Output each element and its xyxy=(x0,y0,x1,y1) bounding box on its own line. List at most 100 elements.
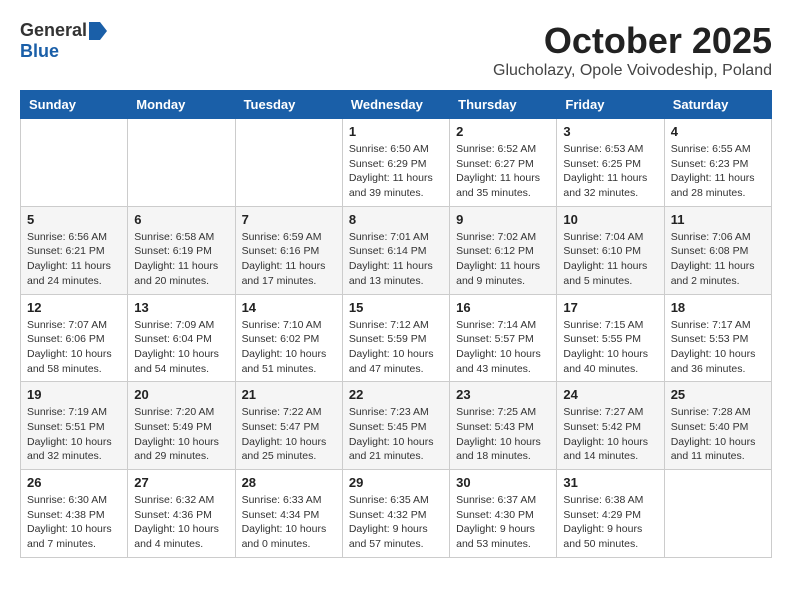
day-number: 3 xyxy=(563,124,657,139)
day-number: 13 xyxy=(134,300,228,315)
calendar-cell: 12 Sunrise: 7:07 AM Sunset: 6:06 PM Dayli… xyxy=(21,294,128,382)
calendar-cell: 29 Sunrise: 6:35 AM Sunset: 4:32 PM Dayli… xyxy=(342,470,449,558)
day-info: Sunrise: 6:59 AM Sunset: 6:16 PM Dayligh… xyxy=(242,230,336,289)
calendar-week-4: 19 Sunrise: 7:19 AM Sunset: 5:51 PM Dayli… xyxy=(21,382,772,470)
day-number: 5 xyxy=(27,212,121,227)
title-block: October 2025 Glucholazy, Opole Voivodesh… xyxy=(493,20,772,80)
calendar-cell: 22 Sunrise: 7:23 AM Sunset: 5:45 PM Dayli… xyxy=(342,382,449,470)
calendar-header-friday: Friday xyxy=(557,91,664,119)
calendar-cell: 18 Sunrise: 7:17 AM Sunset: 5:53 PM Dayli… xyxy=(664,294,771,382)
day-number: 27 xyxy=(134,475,228,490)
day-info: Sunrise: 7:23 AM Sunset: 5:45 PM Dayligh… xyxy=(349,405,443,464)
day-info: Sunrise: 6:53 AM Sunset: 6:25 PM Dayligh… xyxy=(563,142,657,201)
day-info: Sunrise: 7:12 AM Sunset: 5:59 PM Dayligh… xyxy=(349,318,443,377)
day-info: Sunrise: 6:35 AM Sunset: 4:32 PM Dayligh… xyxy=(349,493,443,552)
logo-icon xyxy=(89,22,107,40)
calendar-cell xyxy=(128,119,235,207)
day-info: Sunrise: 6:32 AM Sunset: 4:36 PM Dayligh… xyxy=(134,493,228,552)
calendar-cell: 30Sunrise: 6:37 AM Sunset: 4:30 PM Dayli… xyxy=(450,470,557,558)
calendar-cell: 5 Sunrise: 6:56 AM Sunset: 6:21 PM Daylig… xyxy=(21,206,128,294)
day-info: Sunrise: 7:04 AM Sunset: 6:10 PM Dayligh… xyxy=(563,230,657,289)
day-number: 1 xyxy=(349,124,443,139)
calendar-cell xyxy=(235,119,342,207)
calendar-cell: 27 Sunrise: 6:32 AM Sunset: 4:36 PM Dayli… xyxy=(128,470,235,558)
logo: General Blue xyxy=(20,20,107,62)
calendar-cell: 13 Sunrise: 7:09 AM Sunset: 6:04 PM Dayli… xyxy=(128,294,235,382)
day-info: Sunrise: 7:25 AM Sunset: 5:43 PM Dayligh… xyxy=(456,405,550,464)
day-number: 21 xyxy=(242,387,336,402)
day-number: 26 xyxy=(27,475,121,490)
calendar-week-3: 12 Sunrise: 7:07 AM Sunset: 6:06 PM Dayli… xyxy=(21,294,772,382)
calendar-week-2: 5 Sunrise: 6:56 AM Sunset: 6:21 PM Daylig… xyxy=(21,206,772,294)
calendar-cell: 1 Sunrise: 6:50 AM Sunset: 6:29 PM Daylig… xyxy=(342,119,449,207)
day-number: 18 xyxy=(671,300,765,315)
calendar: SundayMondayTuesdayWednesdayThursdayFrid… xyxy=(20,90,772,558)
calendar-cell: 10 Sunrise: 7:04 AM Sunset: 6:10 PM Dayli… xyxy=(557,206,664,294)
day-number: 31 xyxy=(563,475,657,490)
calendar-cell: 9 Sunrise: 7:02 AM Sunset: 6:12 PM Daylig… xyxy=(450,206,557,294)
calendar-header-wednesday: Wednesday xyxy=(342,91,449,119)
day-info: Sunrise: 7:15 AM Sunset: 5:55 PM Dayligh… xyxy=(563,318,657,377)
day-number: 6 xyxy=(134,212,228,227)
day-info: Sunrise: 7:02 AM Sunset: 6:12 PM Dayligh… xyxy=(456,230,550,289)
day-info: Sunrise: 7:17 AM Sunset: 5:53 PM Dayligh… xyxy=(671,318,765,377)
calendar-cell xyxy=(664,470,771,558)
calendar-header-saturday: Saturday xyxy=(664,91,771,119)
calendar-week-1: 1 Sunrise: 6:50 AM Sunset: 6:29 PM Daylig… xyxy=(21,119,772,207)
calendar-cell: 14Sunrise: 7:10 AM Sunset: 6:02 PM Dayli… xyxy=(235,294,342,382)
calendar-cell: 19 Sunrise: 7:19 AM Sunset: 5:51 PM Dayli… xyxy=(21,382,128,470)
day-number: 12 xyxy=(27,300,121,315)
day-number: 9 xyxy=(456,212,550,227)
calendar-cell: 23 Sunrise: 7:25 AM Sunset: 5:43 PM Dayli… xyxy=(450,382,557,470)
calendar-cell: 28 Sunrise: 6:33 AM Sunset: 4:34 PM Dayli… xyxy=(235,470,342,558)
day-number: 29 xyxy=(349,475,443,490)
day-number: 28 xyxy=(242,475,336,490)
day-number: 10 xyxy=(563,212,657,227)
calendar-cell: 20Sunrise: 7:20 AM Sunset: 5:49 PM Dayli… xyxy=(128,382,235,470)
calendar-cell: 31 Sunrise: 6:38 AM Sunset: 4:29 PM Dayli… xyxy=(557,470,664,558)
day-number: 7 xyxy=(242,212,336,227)
day-info: Sunrise: 7:09 AM Sunset: 6:04 PM Dayligh… xyxy=(134,318,228,377)
day-number: 8 xyxy=(349,212,443,227)
calendar-week-5: 26 Sunrise: 6:30 AM Sunset: 4:38 PM Dayli… xyxy=(21,470,772,558)
calendar-cell: 6Sunrise: 6:58 AM Sunset: 6:19 PM Daylig… xyxy=(128,206,235,294)
calendar-cell: 26 Sunrise: 6:30 AM Sunset: 4:38 PM Dayli… xyxy=(21,470,128,558)
calendar-cell: 2Sunrise: 6:52 AM Sunset: 6:27 PM Daylig… xyxy=(450,119,557,207)
calendar-header-row: SundayMondayTuesdayWednesdayThursdayFrid… xyxy=(21,91,772,119)
calendar-header-thursday: Thursday xyxy=(450,91,557,119)
day-number: 24 xyxy=(563,387,657,402)
day-info: Sunrise: 6:50 AM Sunset: 6:29 PM Dayligh… xyxy=(349,142,443,201)
day-number: 25 xyxy=(671,387,765,402)
day-info: Sunrise: 6:37 AM Sunset: 4:30 PM Dayligh… xyxy=(456,493,550,552)
calendar-cell: 15Sunrise: 7:12 AM Sunset: 5:59 PM Dayli… xyxy=(342,294,449,382)
month-title: October 2025 xyxy=(493,20,772,62)
day-info: Sunrise: 7:20 AM Sunset: 5:49 PM Dayligh… xyxy=(134,405,228,464)
day-info: Sunrise: 6:30 AM Sunset: 4:38 PM Dayligh… xyxy=(27,493,121,552)
calendar-header-sunday: Sunday xyxy=(21,91,128,119)
day-info: Sunrise: 6:38 AM Sunset: 4:29 PM Dayligh… xyxy=(563,493,657,552)
day-info: Sunrise: 7:06 AM Sunset: 6:08 PM Dayligh… xyxy=(671,230,765,289)
logo-general: General xyxy=(20,20,87,41)
day-number: 11 xyxy=(671,212,765,227)
day-info: Sunrise: 6:33 AM Sunset: 4:34 PM Dayligh… xyxy=(242,493,336,552)
day-info: Sunrise: 7:14 AM Sunset: 5:57 PM Dayligh… xyxy=(456,318,550,377)
calendar-header-monday: Monday xyxy=(128,91,235,119)
day-info: Sunrise: 6:55 AM Sunset: 6:23 PM Dayligh… xyxy=(671,142,765,201)
calendar-cell: 11 Sunrise: 7:06 AM Sunset: 6:08 PM Dayli… xyxy=(664,206,771,294)
day-info: Sunrise: 7:19 AM Sunset: 5:51 PM Dayligh… xyxy=(27,405,121,464)
logo-blue: Blue xyxy=(20,41,59,61)
calendar-cell: 21 Sunrise: 7:22 AM Sunset: 5:47 PM Dayli… xyxy=(235,382,342,470)
calendar-cell: 7 Sunrise: 6:59 AM Sunset: 6:16 PM Daylig… xyxy=(235,206,342,294)
day-info: Sunrise: 6:56 AM Sunset: 6:21 PM Dayligh… xyxy=(27,230,121,289)
calendar-cell: 3 Sunrise: 6:53 AM Sunset: 6:25 PM Daylig… xyxy=(557,119,664,207)
day-info: Sunrise: 7:22 AM Sunset: 5:47 PM Dayligh… xyxy=(242,405,336,464)
calendar-cell: 16 Sunrise: 7:14 AM Sunset: 5:57 PM Dayli… xyxy=(450,294,557,382)
day-number: 14 xyxy=(242,300,336,315)
day-info: Sunrise: 7:07 AM Sunset: 6:06 PM Dayligh… xyxy=(27,318,121,377)
day-number: 22 xyxy=(349,387,443,402)
day-number: 23 xyxy=(456,387,550,402)
day-info: Sunrise: 7:28 AM Sunset: 5:40 PM Dayligh… xyxy=(671,405,765,464)
day-number: 19 xyxy=(27,387,121,402)
header: General Blue October 2025 Glucholazy, Op… xyxy=(20,20,772,80)
day-number: 16 xyxy=(456,300,550,315)
